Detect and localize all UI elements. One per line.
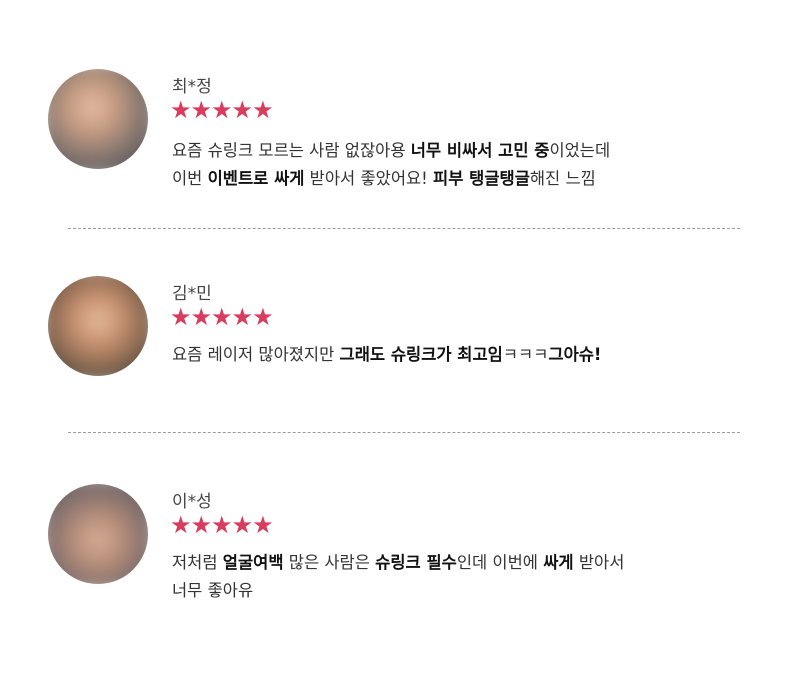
star-icon: ★ (190, 303, 212, 331)
review-text-highlight: 그아슈! (548, 345, 602, 364)
star-icon: ★ (170, 511, 191, 539)
star-icon: ★ (252, 303, 273, 331)
star-rating: ★★★★★ (170, 96, 274, 124)
review-text-highlight: 피부 탱글탱글 (433, 169, 530, 188)
star-icon: ★ (231, 96, 253, 124)
star-icon: ★ (190, 511, 212, 539)
review-text-segment: 인데 이번에 (456, 553, 544, 572)
review-text-highlight: 싸게 (543, 553, 574, 572)
reviewer-name: 최*정 (172, 77, 212, 97)
star-icon: ★ (231, 303, 253, 331)
review-text-segment: 많은 사람은 (283, 553, 376, 572)
review-text-segment: 요즘 레이저 많아졌지만 (172, 345, 340, 364)
divider (68, 432, 740, 433)
review-text-line: 이번 이벤트로 싸게 받아서 좋았어요! 피부 탱글탱글해진 느낌 (172, 165, 610, 193)
review-text-line: 너무 좋아유 (172, 577, 624, 605)
star-icon: ★ (211, 96, 232, 124)
review-text: 요즘 슈링크 모르는 사람 없잖아용 너무 비싸서 고민 중이었는데 이번 이벤트… (172, 137, 610, 193)
review-text-highlight: 이벤트로 싸게 (207, 169, 305, 188)
reviewer-avatar (48, 69, 148, 169)
star-icon: ★ (170, 303, 191, 331)
review-text-segment: 이었는데 (549, 141, 611, 160)
reviewer-name: 이*성 (172, 492, 212, 512)
review-text: 요즘 레이저 많아졌지만 그래도 슈링크가 최고임ㅋㅋㅋ그아슈! (172, 341, 601, 369)
review-text-segment: 너무 좋아유 (172, 581, 254, 600)
star-icon: ★ (170, 96, 191, 124)
star-rating: ★★★★★ (170, 511, 274, 539)
review-text-highlight: 슈링크 필수 (375, 553, 457, 572)
star-icon: ★ (211, 303, 232, 331)
reviewer-avatar (48, 276, 148, 376)
reviewer-avatar (48, 484, 148, 584)
review-text-segment: 받아서 좋았어요! (304, 169, 434, 188)
review-text-segment: 해진 느낌 (529, 169, 596, 188)
review-text-segment: 저처럼 (172, 553, 223, 572)
review-text-line: 요즘 레이저 많아졌지만 그래도 슈링크가 최고임ㅋㅋㅋ그아슈! (172, 341, 601, 369)
review-text-highlight: 너무 비싸서 고민 중 (410, 141, 550, 160)
review-text: 저처럼 얼굴여백 많은 사람은 슈링크 필수인데 이번에 싸게 받아서너무 좋아… (172, 549, 624, 605)
review-text-segment: 이번 (172, 169, 208, 188)
star-icon: ★ (252, 96, 273, 124)
review-text-segment: ㅋㅋㅋ (502, 345, 549, 364)
review-text-segment: 요즘 슈링크 모르는 사람 없잖아용 (172, 141, 411, 160)
review-text-line: 요즘 슈링크 모르는 사람 없잖아용 너무 비싸서 고민 중이었는데 (172, 137, 610, 165)
star-icon: ★ (252, 511, 273, 539)
star-icon: ★ (231, 511, 253, 539)
review-text-highlight: 그래도 슈링크가 최고임 (339, 345, 503, 364)
review-text-line: 저처럼 얼굴여백 많은 사람은 슈링크 필수인데 이번에 싸게 받아서 (172, 549, 624, 577)
review-text-highlight: 얼굴여백 (222, 553, 284, 572)
star-rating: ★★★★★ (170, 303, 274, 331)
divider (68, 228, 740, 229)
reviewer-name: 김*민 (172, 284, 212, 304)
star-icon: ★ (190, 96, 212, 124)
star-icon: ★ (211, 511, 232, 539)
review-text-segment: 받아서 (573, 553, 625, 572)
